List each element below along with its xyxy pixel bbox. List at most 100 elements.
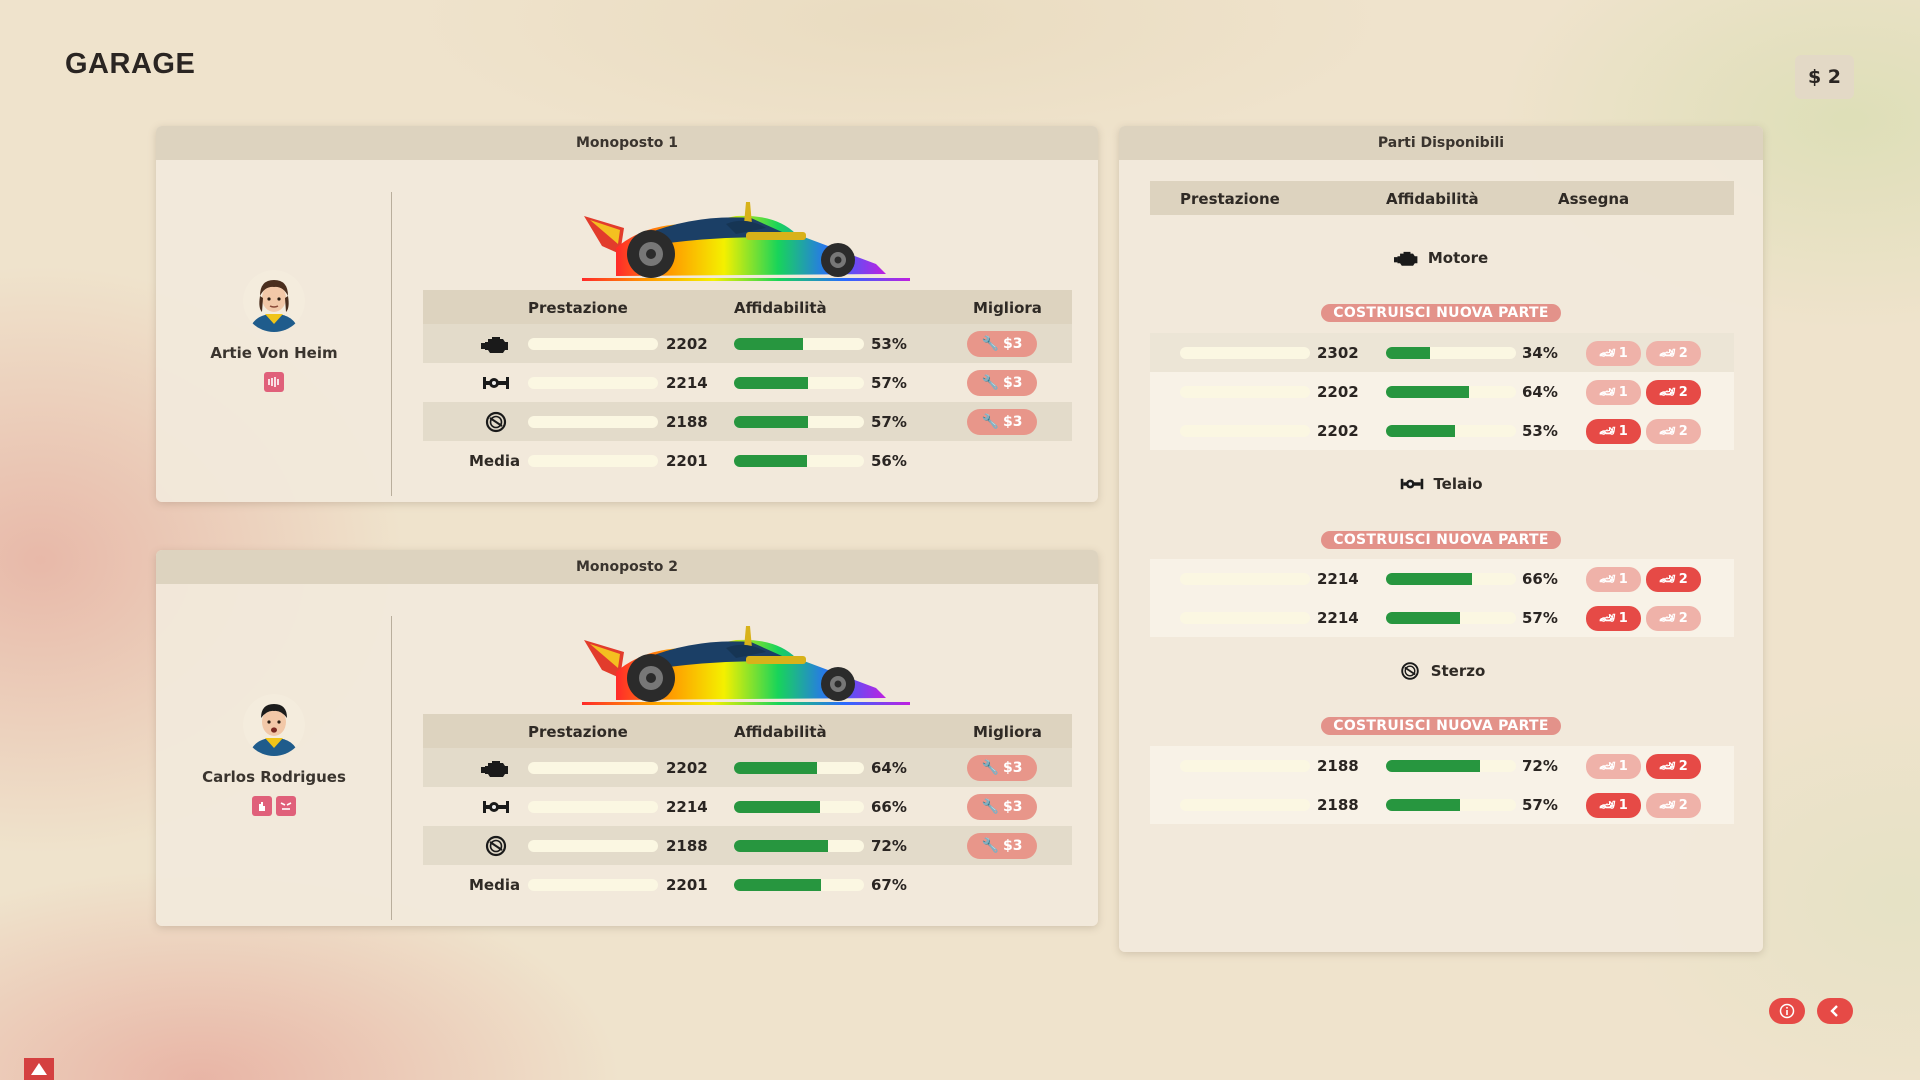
driver-avatar[interactable] <box>243 270 305 332</box>
upgrade-button[interactable]: 🔧 $3 <box>967 833 1037 859</box>
performance-value: 2202 <box>1317 383 1359 401</box>
back-button[interactable] <box>1817 998 1853 1024</box>
build-part-button[interactable]: COSTRUISCI NUOVA PARTE <box>1321 717 1561 735</box>
assign-car-1-button[interactable]: 🏎 1 <box>1586 793 1641 818</box>
sound-wave-icon[interactable] <box>264 372 284 392</box>
reliability-bar <box>734 416 864 428</box>
car-image <box>576 618 916 712</box>
stat-row-engine: 2202 64% 🔧 $3 <box>423 748 1072 787</box>
part-row: 2188 72% 🏎 1 🏎 2 <box>1150 746 1734 785</box>
part-row: 2202 53% 🏎 1 🏎 2 <box>1150 411 1734 450</box>
reliability-value: 72% <box>871 837 907 855</box>
part-row: 2214 66% 🏎 1 🏎 2 <box>1150 559 1734 598</box>
reliability-value: 56% <box>871 452 907 470</box>
parts-list-engine: 2302 34% 🏎 1 🏎 2 2202 64% 🏎 1 🏎 2 2202 53% 🏎… <box>1150 333 1734 450</box>
chevron-left-icon <box>1830 1005 1838 1017</box>
upgrade-button[interactable]: 🔧 $3 <box>967 755 1037 781</box>
wrench-icon: 🔧 <box>981 375 999 391</box>
assign-label: 1 <box>1618 611 1628 626</box>
performance-bar <box>1180 386 1310 398</box>
assign-car-2-button[interactable]: 🏎 2 <box>1646 341 1701 366</box>
col-performance: Prestazione <box>528 723 628 741</box>
upgrade-button[interactable]: 🔧 $3 <box>967 370 1037 396</box>
reliability-fill <box>1386 573 1472 585</box>
angry-face-icon[interactable] <box>276 796 296 816</box>
reliability-fill <box>734 762 818 774</box>
part-row: 2188 57% 🏎 1 🏎 2 <box>1150 785 1734 824</box>
reliability-value: 64% <box>871 759 907 777</box>
parts-panel: Parti Disponibili Prestazione Affidabili… <box>1119 126 1763 952</box>
reliability-fill <box>734 879 822 891</box>
assign-car-1-button[interactable]: 🏎 1 <box>1586 567 1641 592</box>
assign-car-1-button[interactable]: 🏎 1 <box>1586 341 1641 366</box>
performance-bar <box>1180 573 1310 585</box>
col-assign: Assegna <box>1558 190 1630 208</box>
car-icon: 🏎 <box>1659 572 1676 587</box>
car-stats-table: Prestazione Affidabilità Migliora 2202 5… <box>423 290 1072 480</box>
upgrade-cost: $3 <box>1002 799 1023 815</box>
reliability-bar <box>1386 573 1516 585</box>
stat-row-steering: 2188 57% 🔧 $3 <box>423 402 1072 441</box>
col-performance: Prestazione <box>528 299 628 317</box>
assign-car-1-button[interactable]: 🏎 1 <box>1586 754 1641 779</box>
reliability-fill <box>1386 386 1470 398</box>
col-performance: Prestazione <box>1180 190 1280 208</box>
performance-bar <box>528 416 658 428</box>
hand-icon[interactable] <box>252 796 272 816</box>
assign-label: 2 <box>1678 385 1688 400</box>
category-chassis: Telaio <box>1119 474 1763 494</box>
upgrade-cost: $3 <box>1002 760 1023 776</box>
assign-car-1-button[interactable]: 🏎 1 <box>1586 419 1641 444</box>
info-button[interactable] <box>1769 998 1805 1024</box>
parts-list-steering: 2188 72% 🏎 1 🏎 2 2188 57% 🏎 1 🏎 2 <box>1150 746 1734 824</box>
assign-label: 2 <box>1678 346 1688 361</box>
reliability-bar <box>734 801 864 813</box>
assign-car-2-button[interactable]: 🏎 2 <box>1646 793 1701 818</box>
reliability-fill <box>734 416 809 428</box>
reliability-value: 57% <box>1522 609 1558 627</box>
col-reliability: Affidabilità <box>1386 190 1479 208</box>
upgrade-button[interactable]: 🔧 $3 <box>967 794 1037 820</box>
driver-traits <box>252 796 296 816</box>
wrench-icon: 🔧 <box>981 336 999 352</box>
parts-header: Prestazione Affidabilità Assegna <box>1150 181 1734 215</box>
upgrade-button[interactable]: 🔧 $3 <box>967 331 1037 357</box>
reliability-bar <box>734 455 864 467</box>
assign-label: 1 <box>1618 572 1628 587</box>
panel-title: Monoposto 2 <box>156 550 1098 584</box>
performance-value: 2214 <box>1317 609 1359 627</box>
col-upgrade: Migliora <box>973 299 1042 317</box>
info-icon <box>1779 1003 1795 1019</box>
panel-title: Parti Disponibili <box>1119 126 1763 160</box>
car-panel-2: Monoposto 2 Carlos Rodrigues Prestazione… <box>156 550 1098 926</box>
performance-value: 2202 <box>666 759 708 777</box>
reliability-fill <box>734 455 807 467</box>
car-icon: 🏎 <box>1599 611 1616 626</box>
car-icon: 🏎 <box>1659 424 1676 439</box>
assign-car-2-button[interactable]: 🏎 2 <box>1646 606 1701 631</box>
stat-row-chassis: 2214 66% 🔧 $3 <box>423 787 1072 826</box>
assign-car-2-button[interactable]: 🏎 2 <box>1646 567 1701 592</box>
assign-label: 2 <box>1678 798 1688 813</box>
stat-row-engine: 2202 53% 🔧 $3 <box>423 324 1072 363</box>
reliability-bar <box>734 840 864 852</box>
assign-car-2-button[interactable]: 🏎 2 <box>1646 380 1701 405</box>
warning-icon[interactable] <box>24 1058 54 1080</box>
driver-card: Carlos Rodrigues <box>156 584 392 926</box>
assign-car-1-button[interactable]: 🏎 1 <box>1586 380 1641 405</box>
build-part-button[interactable]: COSTRUISCI NUOVA PARTE <box>1321 531 1561 549</box>
assign-car-2-button[interactable]: 🏎 2 <box>1646 419 1701 444</box>
car-stats-table: Prestazione Affidabilità Migliora 2202 6… <box>423 714 1072 904</box>
wrench-icon: 🔧 <box>981 414 999 430</box>
assign-label: 2 <box>1678 424 1688 439</box>
reliability-value: 66% <box>871 798 907 816</box>
assign-car-1-button[interactable]: 🏎 1 <box>1586 606 1641 631</box>
assign-car-2-button[interactable]: 🏎 2 <box>1646 754 1701 779</box>
assign-label: 2 <box>1678 572 1688 587</box>
reliability-fill <box>1386 347 1431 359</box>
build-part-button[interactable]: COSTRUISCI NUOVA PARTE <box>1321 304 1561 322</box>
driver-avatar[interactable] <box>243 694 305 756</box>
upgrade-button[interactable]: 🔧 $3 <box>967 409 1037 435</box>
upgrade-cost: $3 <box>1002 414 1023 430</box>
performance-value: 2201 <box>666 876 708 894</box>
